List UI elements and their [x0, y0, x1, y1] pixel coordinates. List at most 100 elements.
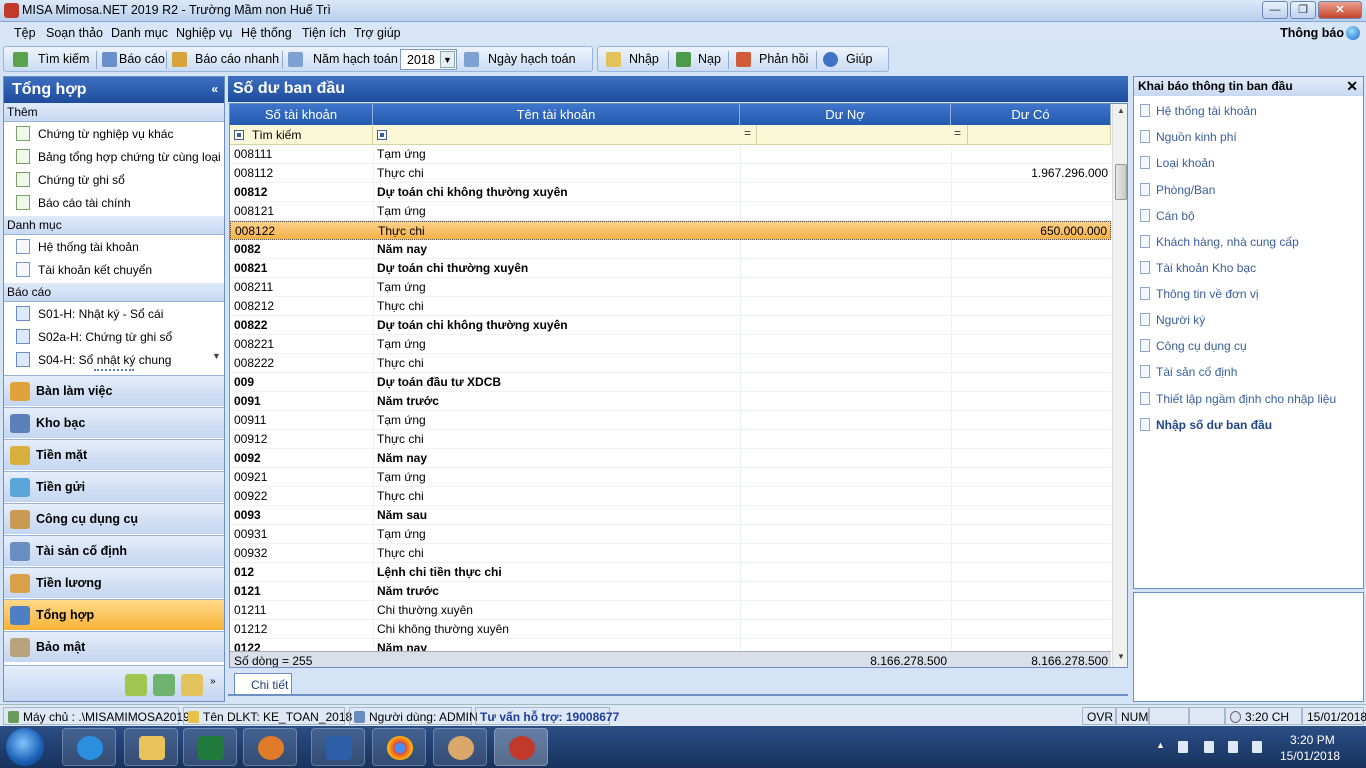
flag-icon[interactable] — [1178, 741, 1188, 753]
table-row[interactable]: 00932 Thực chi — [230, 544, 1111, 563]
filter-eq-icon[interactable]: = — [744, 126, 751, 140]
table-row[interactable]: 0082 Năm nay — [230, 240, 1111, 259]
cell-account-no[interactable]: 0082 — [234, 242, 261, 256]
cell-account-name[interactable]: Tạm ứng — [377, 280, 426, 294]
setup-link[interactable]: Nguồn kinh phí — [1140, 130, 1237, 144]
menu-catalog[interactable]: Danh mục — [111, 26, 168, 40]
cell-account-name[interactable]: Năm nay — [377, 242, 427, 256]
cell-account-name[interactable]: Dự toán chi không thường xuyên — [377, 318, 568, 332]
table-row[interactable]: 0091 Năm trước — [230, 392, 1111, 411]
cell-account-name[interactable]: Thực chi — [377, 489, 424, 503]
notifications-button[interactable]: Thông báo — [1280, 26, 1344, 40]
setup-link[interactable]: Hệ thống tài khoản — [1140, 104, 1257, 118]
cell-account-no[interactable]: 0093 — [234, 508, 261, 522]
menu-utilities[interactable]: Tiện ích — [302, 26, 346, 40]
close-icon[interactable]: ✕ — [1346, 78, 1358, 95]
cell-account-name[interactable]: Tạm ứng — [377, 204, 426, 218]
table-row[interactable]: 008211 Tạm ứng — [230, 278, 1111, 297]
clock-date[interactable]: 15/01/2018 — [1280, 749, 1340, 763]
word-taskbar-button[interactable] — [311, 728, 365, 766]
table-row[interactable]: 00812 Dự toán chi không thường xuyên — [230, 183, 1111, 202]
cell-account-name[interactable]: Thực chi — [377, 546, 424, 560]
cell-account-name[interactable]: Thực chi — [377, 166, 424, 180]
cell-account-name[interactable]: Chi thường xuyên — [377, 603, 473, 617]
report-s04h[interactable]: S04-H: Sổ nhật ký chung — [16, 352, 171, 367]
cell-account-name[interactable]: Tạm ứng — [377, 147, 426, 161]
cell-account-no[interactable]: 00931 — [234, 527, 267, 541]
cell-account-no[interactable]: 008211 — [234, 280, 273, 294]
cell-account-no[interactable]: 00922 — [234, 489, 267, 503]
report-button[interactable]: Báo cáo — [119, 52, 165, 66]
filter-debit[interactable]: = — [757, 125, 968, 145]
catalog-accounts[interactable]: Hệ thống tài khoản — [16, 239, 139, 254]
cell-account-no[interactable]: 0091 — [234, 394, 261, 408]
cell-account-no[interactable]: 00911 — [234, 413, 266, 427]
menu-file[interactable]: Tệp — [14, 26, 36, 40]
tab-detail[interactable]: Chi tiết — [234, 673, 292, 694]
setup-link[interactable]: Khách hàng, nhà cung cấp — [1140, 235, 1299, 249]
cell-account-name[interactable]: Năm trước — [377, 394, 439, 408]
cell-account-no[interactable]: 009 — [234, 375, 254, 389]
table-row[interactable]: 01212 Chi không thường xuyên — [230, 620, 1111, 639]
table-row[interactable]: 008222 Thực chi — [230, 354, 1111, 373]
table-row[interactable]: 00922 Thực chi — [230, 487, 1111, 506]
cell-account-name[interactable]: Thực chi — [378, 224, 425, 238]
menu-operations[interactable]: Nghiệp vụ — [176, 26, 232, 40]
cell-account-name[interactable]: Tạm ứng — [377, 413, 426, 427]
cell-account-no[interactable]: 01212 — [234, 622, 267, 636]
search-button[interactable]: Tìm kiếm — [38, 52, 89, 66]
cell-account-no[interactable]: 0121 — [234, 584, 261, 598]
cell-account-no[interactable]: 008222 — [234, 356, 274, 370]
setup-link[interactable]: Người ký — [1140, 313, 1205, 327]
nav-payroll[interactable]: Tiền lương — [4, 567, 224, 598]
scroll-thumb[interactable] — [1115, 164, 1127, 200]
nav-treasury[interactable]: Kho bạc — [4, 407, 224, 438]
cell-account-name[interactable]: Tạm ứng — [377, 470, 426, 484]
cell-account-no[interactable]: 00812 — [234, 185, 267, 199]
cell-account-name[interactable]: Lệnh chi tiền thực chi — [377, 565, 502, 579]
add-ledger-voucher[interactable]: Chứng từ ghi sổ — [16, 172, 125, 187]
scroll-up-icon[interactable]: ▲ — [1115, 106, 1127, 118]
minimize-button[interactable]: — — [1262, 1, 1288, 19]
table-row[interactable]: 008111 Tạm ứng — [230, 145, 1111, 164]
filter-account-name[interactable]: = — [373, 125, 757, 145]
table-row[interactable]: 008212 Thực chi — [230, 297, 1111, 316]
more-icon[interactable]: » — [210, 676, 216, 687]
chrome-taskbar-button[interactable] — [372, 728, 426, 766]
nav-general[interactable]: Tổng hợp — [4, 599, 224, 630]
posting-date-button[interactable]: Ngày hạch toán — [488, 52, 576, 66]
ie-taskbar-button[interactable] — [62, 728, 116, 766]
paint-taskbar-button[interactable] — [433, 728, 487, 766]
table-row[interactable]: 009 Dự toán đầu tư XDCB — [230, 373, 1111, 392]
section-reports[interactable]: Báo cáo — [4, 283, 224, 302]
col-debit[interactable]: Dư Nợ — [740, 104, 951, 125]
menu-help[interactable]: Trợ giúp — [354, 26, 401, 40]
table-row[interactable]: 008121 Tạm ứng — [230, 202, 1111, 221]
filter-eq-icon[interactable]: = — [954, 126, 961, 140]
menu-edit[interactable]: Soạn thảo — [46, 26, 103, 40]
filter-credit[interactable] — [968, 125, 1111, 145]
cell-account-name[interactable]: Dự toán chi không thường xuyên — [377, 185, 568, 199]
restore-button[interactable]: ❐ — [1290, 1, 1316, 19]
misa-taskbar-button[interactable] — [494, 728, 548, 766]
catalog-transfer-accounts[interactable]: Tài khoản kết chuyển — [16, 262, 152, 277]
setup-link[interactable]: Công cụ dụng cụ — [1140, 339, 1247, 353]
table-row[interactable]: 0093 Năm sau — [230, 506, 1111, 525]
cell-account-name[interactable]: Dự toán chi thường xuyên — [377, 261, 528, 275]
cell-credit[interactable]: 650.000.000 — [1040, 224, 1107, 238]
table-row[interactable]: 012 Lệnh chi tiền thực chi — [230, 563, 1111, 582]
cell-account-name[interactable]: Chi không thường xuyên — [377, 622, 509, 636]
scroll-down-icon[interactable]: ▼ — [212, 351, 224, 367]
setup-link[interactable]: Thông tin về đơn vị — [1140, 287, 1259, 301]
table-row-selected[interactable]: 008122 Thực chi 650.000.000 — [230, 221, 1111, 240]
explorer-taskbar-button[interactable] — [124, 728, 178, 766]
tray-expand-icon[interactable]: ▲ — [1156, 740, 1165, 750]
section-add[interactable]: Thêm — [4, 103, 224, 122]
cell-account-no[interactable]: 0092 — [234, 451, 261, 465]
help-button[interactable]: Giúp — [846, 52, 872, 66]
cell-account-name[interactable]: Dự toán đầu tư XDCB — [377, 375, 501, 389]
volume-icon[interactable] — [1252, 741, 1262, 753]
splitter-handle[interactable] — [94, 369, 134, 373]
setup-link[interactable]: Cán bộ — [1140, 209, 1195, 223]
nav-fixed-assets[interactable]: Tài sản cố định — [4, 535, 224, 566]
